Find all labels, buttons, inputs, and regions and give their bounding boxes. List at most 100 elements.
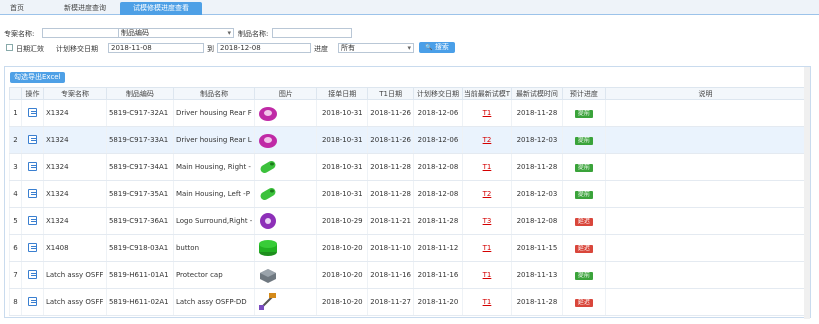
- part-thumbnail-image[interactable]: [257, 269, 279, 283]
- row-action: [20, 180, 44, 208]
- plan-date-cell: 2018-12-08: [412, 180, 463, 208]
- trial-time-cell: 2018-11-15: [510, 234, 563, 262]
- part-thumbnail-image[interactable]: [257, 107, 279, 121]
- edit-icon[interactable]: [27, 134, 37, 144]
- trial-link[interactable]: T1: [483, 298, 492, 306]
- image-cell: [254, 126, 317, 154]
- table-row[interactable]: 2 X1324 5819-C917-33A1 Driver housing Rear …: [9, 126, 810, 154]
- row-action: [20, 99, 44, 127]
- trial-time-cell: 2018-11-28: [510, 153, 563, 181]
- t1-date-cell: 2018-11-21: [367, 207, 414, 235]
- project-cell: X1408: [42, 234, 107, 262]
- table-row[interactable]: 7 Latch assy OSFF 5819-H611-01A1 Protector …: [9, 261, 810, 289]
- table-header: 操作 专案名称 制品编码 制品名称 图片 接单日期 T1日期 计划移交日期 当前…: [9, 87, 811, 100]
- part-thumbnail-image[interactable]: [257, 213, 279, 229]
- row-number: 8: [9, 288, 22, 316]
- part-thumbnail-image[interactable]: [257, 293, 279, 310]
- row-action: [20, 126, 44, 154]
- code-cell: 5819-C917-33A1: [105, 126, 174, 154]
- t1-date-cell: 2018-11-27: [367, 288, 414, 316]
- name-cell: Latch assy OSFP-DD: [172, 288, 255, 316]
- order-date-cell: 2018-10-20: [316, 288, 368, 316]
- trial-time-cell: 2018-11-13: [510, 261, 563, 289]
- note-cell: [604, 207, 806, 235]
- status-badge: 提前: [574, 136, 593, 145]
- row-number: 5: [9, 207, 22, 235]
- date-to-label: 到: [207, 45, 214, 53]
- part-thumbnail-image[interactable]: [257, 134, 279, 148]
- results-panel: 勾选导出Excel 操作 专案名称 制品编码 制品名称 图片 接单日期 T1日期…: [4, 66, 811, 319]
- trial-time-cell: 2018-12-03: [510, 126, 563, 154]
- table-row[interactable]: 5 X1324 5819-C917-36A1 Logo Surround,Right …: [9, 207, 810, 235]
- table-row[interactable]: 6 X1408 5819-C918-03A1 button 2018-10-20 2018…: [9, 234, 810, 262]
- edit-icon[interactable]: [27, 269, 37, 279]
- col-t1-date[interactable]: T1日期: [367, 87, 414, 100]
- col-note: 说明: [604, 87, 807, 100]
- current-trial-cell: T1: [461, 99, 512, 127]
- part-name-input[interactable]: [272, 28, 352, 38]
- project-cell: X1324: [42, 153, 107, 181]
- trial-link[interactable]: T1: [483, 109, 492, 117]
- col-name[interactable]: 制品名称: [172, 87, 256, 100]
- part-thumbnail-image[interactable]: [257, 188, 279, 200]
- edit-icon[interactable]: [27, 107, 37, 117]
- table-row[interactable]: 1 X1324 5819-C917-32A1 Driver housing Rear …: [9, 99, 810, 127]
- project-input[interactable]: [42, 28, 122, 38]
- progress-cell: 提前: [561, 126, 606, 154]
- trial-link[interactable]: T1: [483, 244, 492, 252]
- trial-link[interactable]: T1: [483, 163, 492, 171]
- name-cell: Driver housing Rear F: [172, 99, 255, 127]
- progress-select[interactable]: 所有: [338, 43, 414, 53]
- note-cell: [604, 234, 806, 262]
- col-current-trial[interactable]: 当前最新试模T: [461, 87, 512, 100]
- export-excel-button[interactable]: 勾选导出Excel: [10, 72, 65, 83]
- col-progress[interactable]: 预计进度: [561, 87, 606, 100]
- col-code[interactable]: 制品编码: [105, 87, 174, 100]
- part-thumbnail-image[interactable]: [257, 240, 279, 256]
- image-cell: [254, 234, 317, 262]
- name-cell: Main Housing, Right -: [172, 153, 255, 181]
- date-to-input[interactable]: 2018-12-08: [217, 43, 311, 53]
- tab-home[interactable]: 首页: [6, 2, 28, 15]
- col-order-date[interactable]: 接单日期: [316, 87, 369, 100]
- date-filter-checkbox[interactable]: [6, 44, 13, 51]
- col-plan-date[interactable]: 计划移交日期: [412, 87, 463, 100]
- current-trial-cell: T2: [461, 180, 512, 208]
- note-cell: [604, 288, 806, 316]
- edit-icon[interactable]: [27, 296, 37, 306]
- status-badge: 提前: [574, 109, 593, 118]
- trial-link[interactable]: T2: [483, 136, 492, 144]
- table-row[interactable]: 8 Latch assy OSFF 5819-H611-02A1 Latch assy…: [9, 288, 810, 316]
- trial-link[interactable]: T3: [483, 217, 492, 225]
- date-from-input[interactable]: 2018-11-08: [108, 43, 204, 53]
- current-trial-cell: T2: [461, 126, 512, 154]
- code-cell: 5819-C917-34A1: [105, 153, 174, 181]
- project-cell: X1324: [42, 207, 107, 235]
- vertical-scrollbar[interactable]: [804, 67, 810, 319]
- row-number: 6: [9, 234, 22, 262]
- order-date-cell: 2018-10-31: [316, 99, 368, 127]
- part-no-select[interactable]: 制品编码: [118, 28, 234, 38]
- table-row[interactable]: 3 X1324 5819-C917-34A1 Main Housing, Right …: [9, 153, 810, 181]
- tab-trial-mold-progress[interactable]: 试模修模进度查看: [120, 2, 202, 15]
- edit-icon[interactable]: [27, 215, 37, 225]
- trial-link[interactable]: T1: [483, 271, 492, 279]
- col-project[interactable]: 专案名称: [42, 87, 107, 100]
- part-name-label: 制品名称:: [238, 30, 269, 38]
- edit-icon[interactable]: [27, 242, 37, 252]
- name-cell: button: [172, 234, 255, 262]
- date-filter-label: 日期汇效: [16, 45, 44, 53]
- code-cell: 5819-C917-35A1: [105, 180, 174, 208]
- tab-new-mold-progress[interactable]: 新模进度查询: [60, 2, 110, 15]
- progress-cell: 提前: [561, 99, 606, 127]
- progress-cell: 延迟: [561, 234, 606, 262]
- order-date-cell: 2018-10-20: [316, 234, 368, 262]
- search-button[interactable]: 🔍 搜索: [419, 42, 455, 53]
- table-row[interactable]: 4 X1324 5819-C917-35A1 Main Housing, Left -…: [9, 180, 810, 208]
- trial-link[interactable]: T2: [483, 190, 492, 198]
- code-cell: 5819-H611-01A1: [105, 261, 174, 289]
- col-trial-time[interactable]: 最新试模时间: [510, 87, 563, 100]
- edit-icon[interactable]: [27, 161, 37, 171]
- part-thumbnail-image[interactable]: [257, 161, 279, 173]
- edit-icon[interactable]: [27, 188, 37, 198]
